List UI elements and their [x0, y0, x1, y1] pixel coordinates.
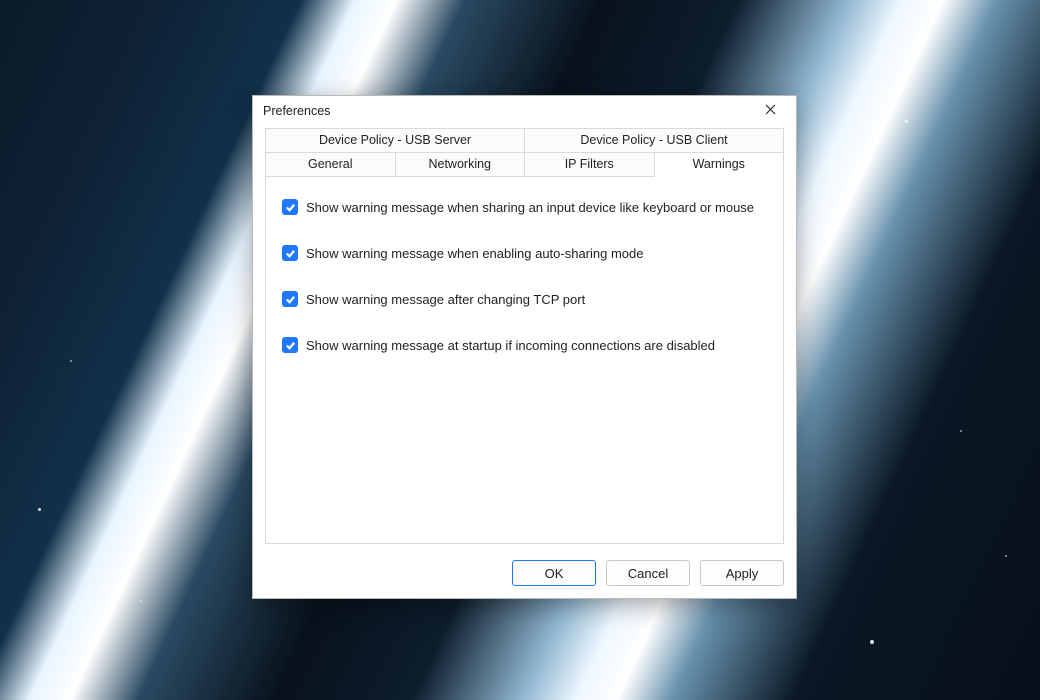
tab-general[interactable]: General [265, 153, 396, 177]
tab-label: Device Policy - USB Client [580, 133, 727, 147]
tab-device-policy-usb-client[interactable]: Device Policy - USB Client [525, 128, 784, 153]
tab-networking[interactable]: Networking [396, 153, 526, 177]
tab-label: Device Policy - USB Server [319, 133, 471, 147]
button-label: Apply [726, 566, 759, 581]
option-input-device-warning[interactable]: Show warning message when sharing an inp… [282, 199, 767, 215]
option-label: Show warning message when sharing an inp… [306, 200, 754, 215]
option-label: Show warning message after changing TCP … [306, 292, 585, 307]
preferences-dialog: Preferences Device Policy - USB Server D… [252, 95, 797, 599]
desktop-background: Preferences Device Policy - USB Server D… [0, 0, 1040, 700]
tab-label: Networking [428, 157, 491, 171]
checkbox-checked-icon[interactable] [282, 199, 298, 215]
dialog-body: Device Policy - USB Server Device Policy… [253, 126, 796, 554]
option-auto-share-warning[interactable]: Show warning message when enabling auto-… [282, 245, 767, 261]
tab-warnings[interactable]: Warnings [655, 153, 785, 177]
tab-device-policy-usb-server[interactable]: Device Policy - USB Server [265, 128, 525, 153]
button-label: OK [545, 566, 564, 581]
tab-page-warnings: Show warning message when sharing an inp… [265, 177, 784, 544]
button-label: Cancel [628, 566, 668, 581]
tab-label: General [308, 157, 352, 171]
dialog-button-row: OK Cancel Apply [253, 554, 796, 598]
checkbox-checked-icon[interactable] [282, 245, 298, 261]
option-label: Show warning message at startup if incom… [306, 338, 715, 353]
cancel-button[interactable]: Cancel [606, 560, 690, 586]
option-label: Show warning message when enabling auto-… [306, 246, 644, 261]
option-startup-connections-warning[interactable]: Show warning message at startup if incom… [282, 337, 767, 353]
tab-label: Warnings [693, 157, 745, 171]
checkbox-checked-icon[interactable] [282, 291, 298, 307]
close-button[interactable] [750, 98, 790, 124]
apply-button[interactable]: Apply [700, 560, 784, 586]
tab-ip-filters[interactable]: IP Filters [525, 153, 655, 177]
ok-button[interactable]: OK [512, 560, 596, 586]
checkbox-checked-icon[interactable] [282, 337, 298, 353]
close-icon [765, 104, 776, 118]
tab-label: IP Filters [565, 157, 614, 171]
option-tcp-port-warning[interactable]: Show warning message after changing TCP … [282, 291, 767, 307]
dialog-title: Preferences [263, 104, 750, 118]
titlebar[interactable]: Preferences [253, 96, 796, 126]
tabstrip: Device Policy - USB Server Device Policy… [265, 128, 784, 177]
